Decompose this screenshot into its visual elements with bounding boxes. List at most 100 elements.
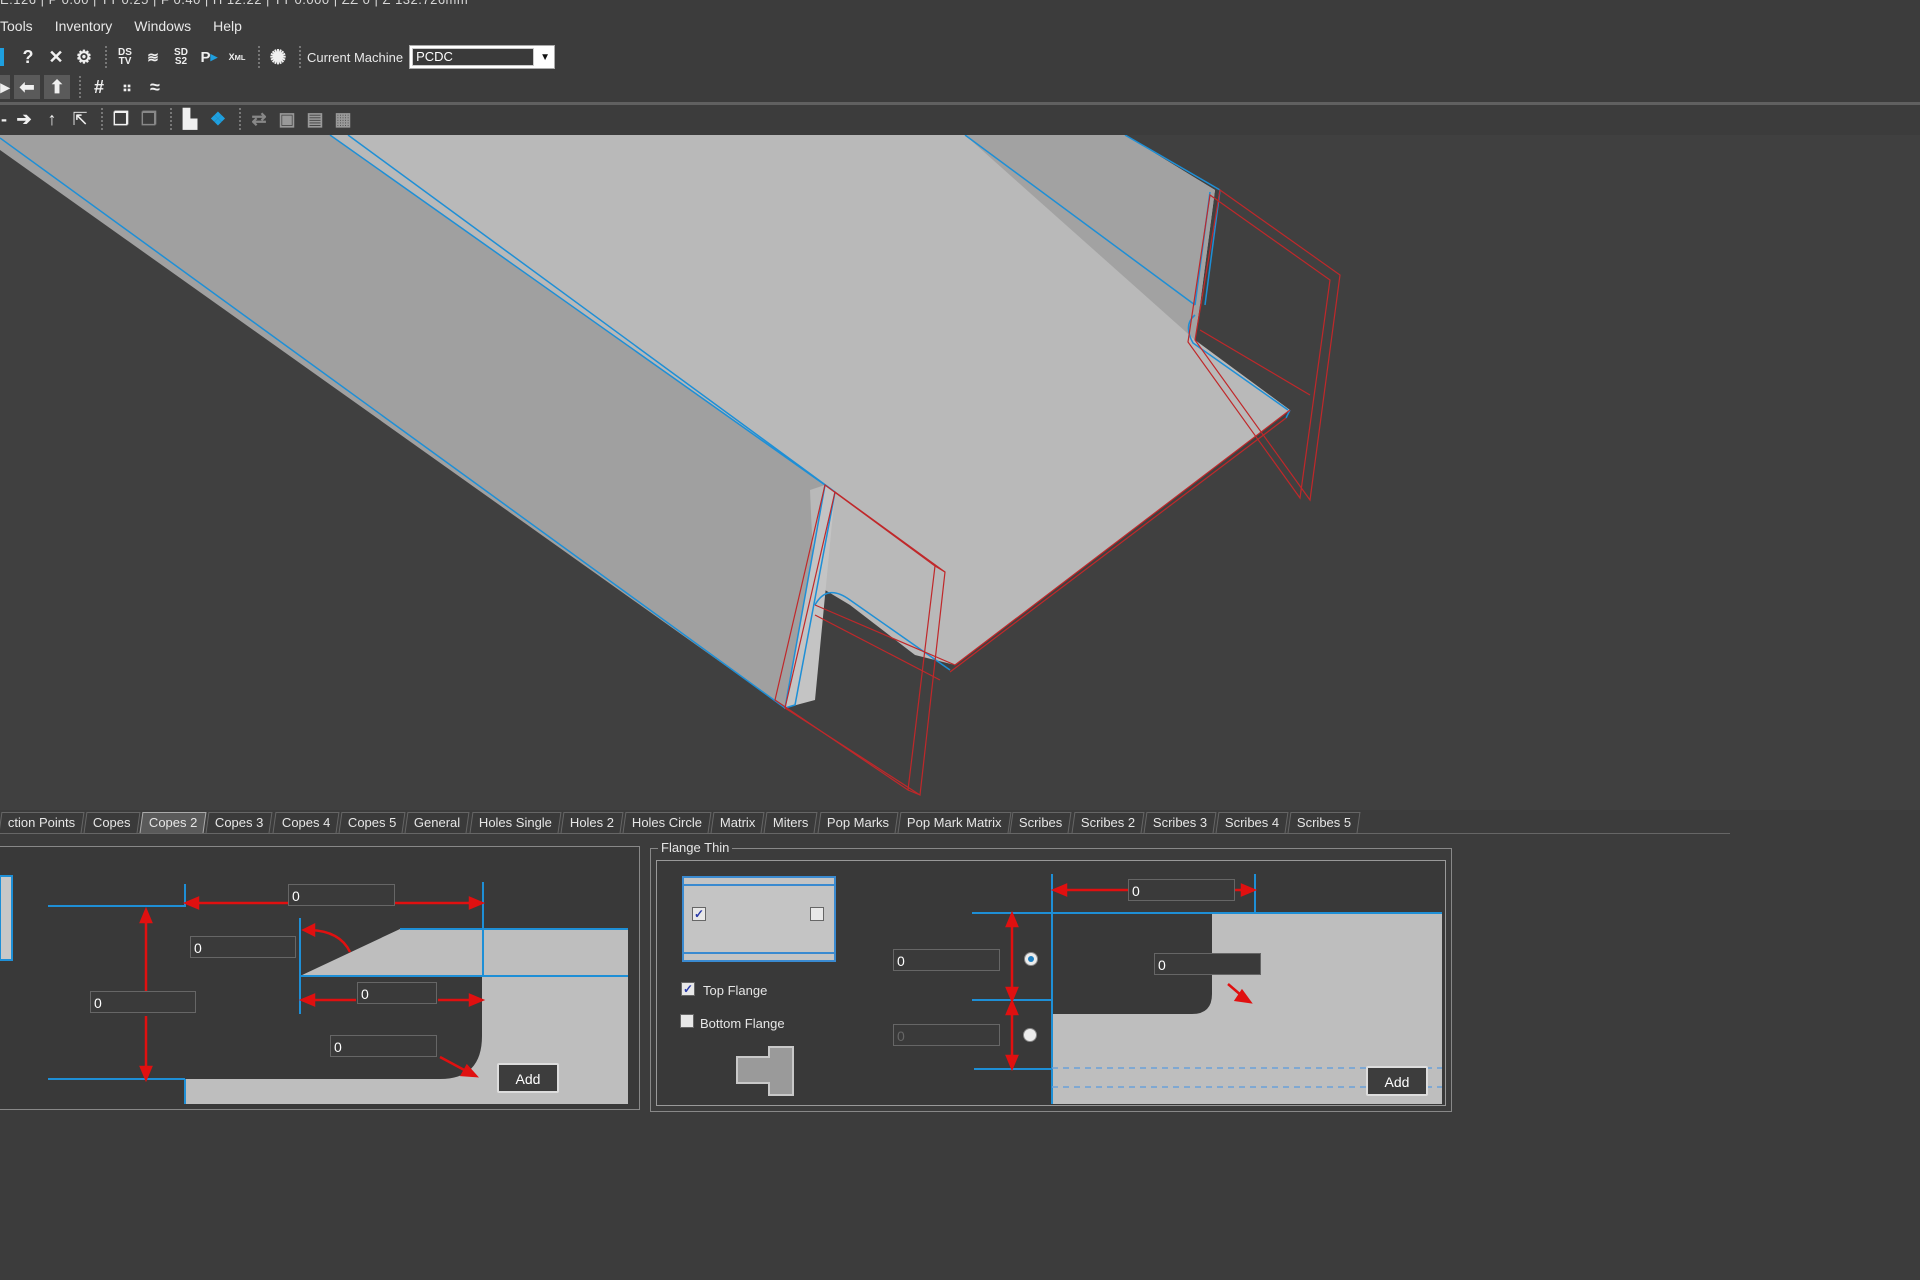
tab-scribes[interactable]: Scribes <box>1009 812 1073 833</box>
menu-help[interactable]: Help <box>213 14 242 38</box>
flange-length-field[interactable]: 0 <box>1128 879 1235 901</box>
top-flange-checkbox[interactable]: ✓ <box>681 982 695 996</box>
cope-angle-field[interactable]: 0 <box>190 936 296 958</box>
tab-pop-mark-matrix[interactable]: Pop Mark Matrix <box>897 812 1011 833</box>
tab-copes-2[interactable]: Copes 2 <box>139 812 207 833</box>
top-flange-label: Top Flange <box>703 983 768 998</box>
tab-copes-3[interactable]: Copes 3 <box>205 812 274 833</box>
menu-bar: Tools Inventory Windows Help <box>0 14 264 38</box>
play-icon[interactable]: ▸ <box>0 75 10 99</box>
flange-radius-field[interactable]: 0 <box>1154 953 1261 975</box>
machine-clock-icon[interactable]: ✺ <box>266 45 290 69</box>
cope-add-button[interactable]: Add <box>497 1063 559 1093</box>
tab-label: Copes 2 <box>148 815 198 830</box>
edit-toolbar: - ➔ ↑ ⇱ ❐ ❐ ▙ ❖ ⇄ ▣ ▤ ▦ <box>0 107 359 131</box>
tab-label: ction Points <box>7 815 76 830</box>
tab-divider <box>0 833 1730 834</box>
arrow-up-icon[interactable]: ⬆ <box>44 75 70 99</box>
overlap-shape-icon[interactable]: ❐ <box>137 107 161 131</box>
tab-label: Scribes 5 <box>1297 815 1352 830</box>
bottom-depth-radio[interactable] <box>1023 1028 1037 1042</box>
current-machine-label: Current Machine <box>307 49 404 65</box>
arrow-up-small-icon[interactable]: ↑ <box>40 107 64 131</box>
bottom-depth-field[interactable]: 0 <box>893 1024 1000 1046</box>
tab-scribes-3[interactable]: Scribes 3 <box>1143 812 1217 833</box>
tab-label: Holes 2 <box>569 815 614 830</box>
status-line: E:126 | P 0.00 | TT 0.25 | F 0.40 | H 12… <box>0 0 468 7</box>
tab-scribes-5[interactable]: Scribes 5 <box>1287 812 1362 833</box>
tab-label: Scribes <box>1019 815 1063 830</box>
layout-two-icon[interactable]: ▤ <box>303 107 327 131</box>
copy-shape-icon[interactable]: ❐ <box>109 107 133 131</box>
flange-thin-title: Flange Thin <box>658 840 733 855</box>
layout-four-icon[interactable]: ▦ <box>331 107 355 131</box>
chevron-down-icon[interactable]: ▼ <box>536 52 554 63</box>
bottom-flange-checkbox[interactable] <box>680 1014 694 1028</box>
grid-icon[interactable]: # <box>87 75 111 99</box>
paste-icon[interactable]: ▙ <box>178 107 202 131</box>
tab-scribes-2[interactable]: Scribes 2 <box>1071 812 1145 833</box>
tab-copes[interactable]: Copes <box>83 812 141 833</box>
cope-radius-field[interactable]: 0 <box>330 1035 437 1057</box>
parallel-lines-icon[interactable]: ≈ <box>143 75 167 99</box>
tab-scribes-4[interactable]: Scribes 4 <box>1215 812 1289 833</box>
preview-left-checkbox[interactable]: ✓ <box>692 907 706 921</box>
3d-viewport[interactable] <box>0 135 1920 810</box>
layout-one-icon[interactable]: ▣ <box>275 107 299 131</box>
view-toolbar: ▸ ⬅ ⬆ # ⠶ ≈ <box>0 74 171 100</box>
current-machine-value: PCDC <box>412 48 535 66</box>
tab-connection-points[interactable]: ction Points <box>0 812 85 833</box>
current-machine-select[interactable]: PCDC ▼ <box>409 45 556 69</box>
minus-icon[interactable]: - <box>0 107 8 131</box>
tab-label: Scribes 3 <box>1152 815 1208 830</box>
layers-icon[interactable]: ≋ <box>141 45 165 69</box>
tab-miters[interactable]: Miters <box>763 812 819 833</box>
cursor-icon[interactable]: ⇱ <box>68 107 92 131</box>
settings-gear-icon[interactable]: ⚙ <box>72 45 96 69</box>
t-profile-icon <box>736 1046 794 1096</box>
cope-depth-field[interactable]: 0 <box>90 991 196 1013</box>
tools-icon[interactable]: ✕ <box>44 45 68 69</box>
menu-windows[interactable]: Windows <box>134 14 191 38</box>
tab-label: Miters <box>773 815 809 830</box>
toolbar-separator <box>105 46 108 68</box>
sd-s2-icon[interactable]: SD S2 <box>169 45 193 69</box>
cope-length-field[interactable]: 0 <box>288 884 395 906</box>
help-icon[interactable]: ? <box>16 45 40 69</box>
tab-holes-circle[interactable]: Holes Circle <box>622 812 712 833</box>
p-icon[interactable]: P ▶ <box>197 45 221 69</box>
move-diamond-icon[interactable]: ❖ <box>206 107 230 131</box>
preview-right-checkbox[interactable] <box>810 907 824 921</box>
blue-marker-icon <box>0 48 4 66</box>
toolbar-divider <box>0 102 1920 105</box>
tab-general[interactable]: General <box>404 812 471 833</box>
partial-preview-widget <box>0 875 13 961</box>
tab-label: Matrix <box>719 815 756 830</box>
ds-tv-icon[interactable]: DS TV <box>113 45 137 69</box>
tab-label: Copes <box>93 815 131 830</box>
tab-label: General <box>414 815 461 830</box>
tab-label: Copes 3 <box>215 815 264 830</box>
dots-grid-icon[interactable]: ⠶ <box>115 75 139 99</box>
tab-holes-single[interactable]: Holes Single <box>469 812 562 833</box>
toolbar-separator <box>299 46 302 68</box>
tab-matrix[interactable]: Matrix <box>710 812 765 833</box>
xml-icon[interactable]: X ML <box>225 45 249 69</box>
arrow-right-icon[interactable]: ➔ <box>12 107 36 131</box>
swap-icon[interactable]: ⇄ <box>247 107 271 131</box>
top-depth-radio[interactable] <box>1024 952 1038 966</box>
arrow-left-icon[interactable]: ⬅ <box>14 75 40 99</box>
flange-add-button[interactable]: Add <box>1366 1066 1428 1096</box>
bevel-length-field[interactable]: 0 <box>357 982 437 1004</box>
tab-copes-5[interactable]: Copes 5 <box>338 812 406 833</box>
main-toolbar: ? ✕ ⚙ DS TV ≋ SD S2 P ▶ X ML ✺ Current Machi… <box>0 44 556 70</box>
toolbar-separator <box>258 46 261 68</box>
toolbar-separator <box>239 108 242 130</box>
toolbar-separator <box>170 108 173 130</box>
tab-pop-marks[interactable]: Pop Marks <box>817 812 899 833</box>
tab-holes-2[interactable]: Holes 2 <box>560 812 624 833</box>
menu-tools[interactable]: Tools <box>0 14 33 38</box>
menu-inventory[interactable]: Inventory <box>55 14 113 38</box>
top-depth-field[interactable]: 0 <box>893 949 1000 971</box>
tab-copes-4[interactable]: Copes 4 <box>272 812 340 833</box>
